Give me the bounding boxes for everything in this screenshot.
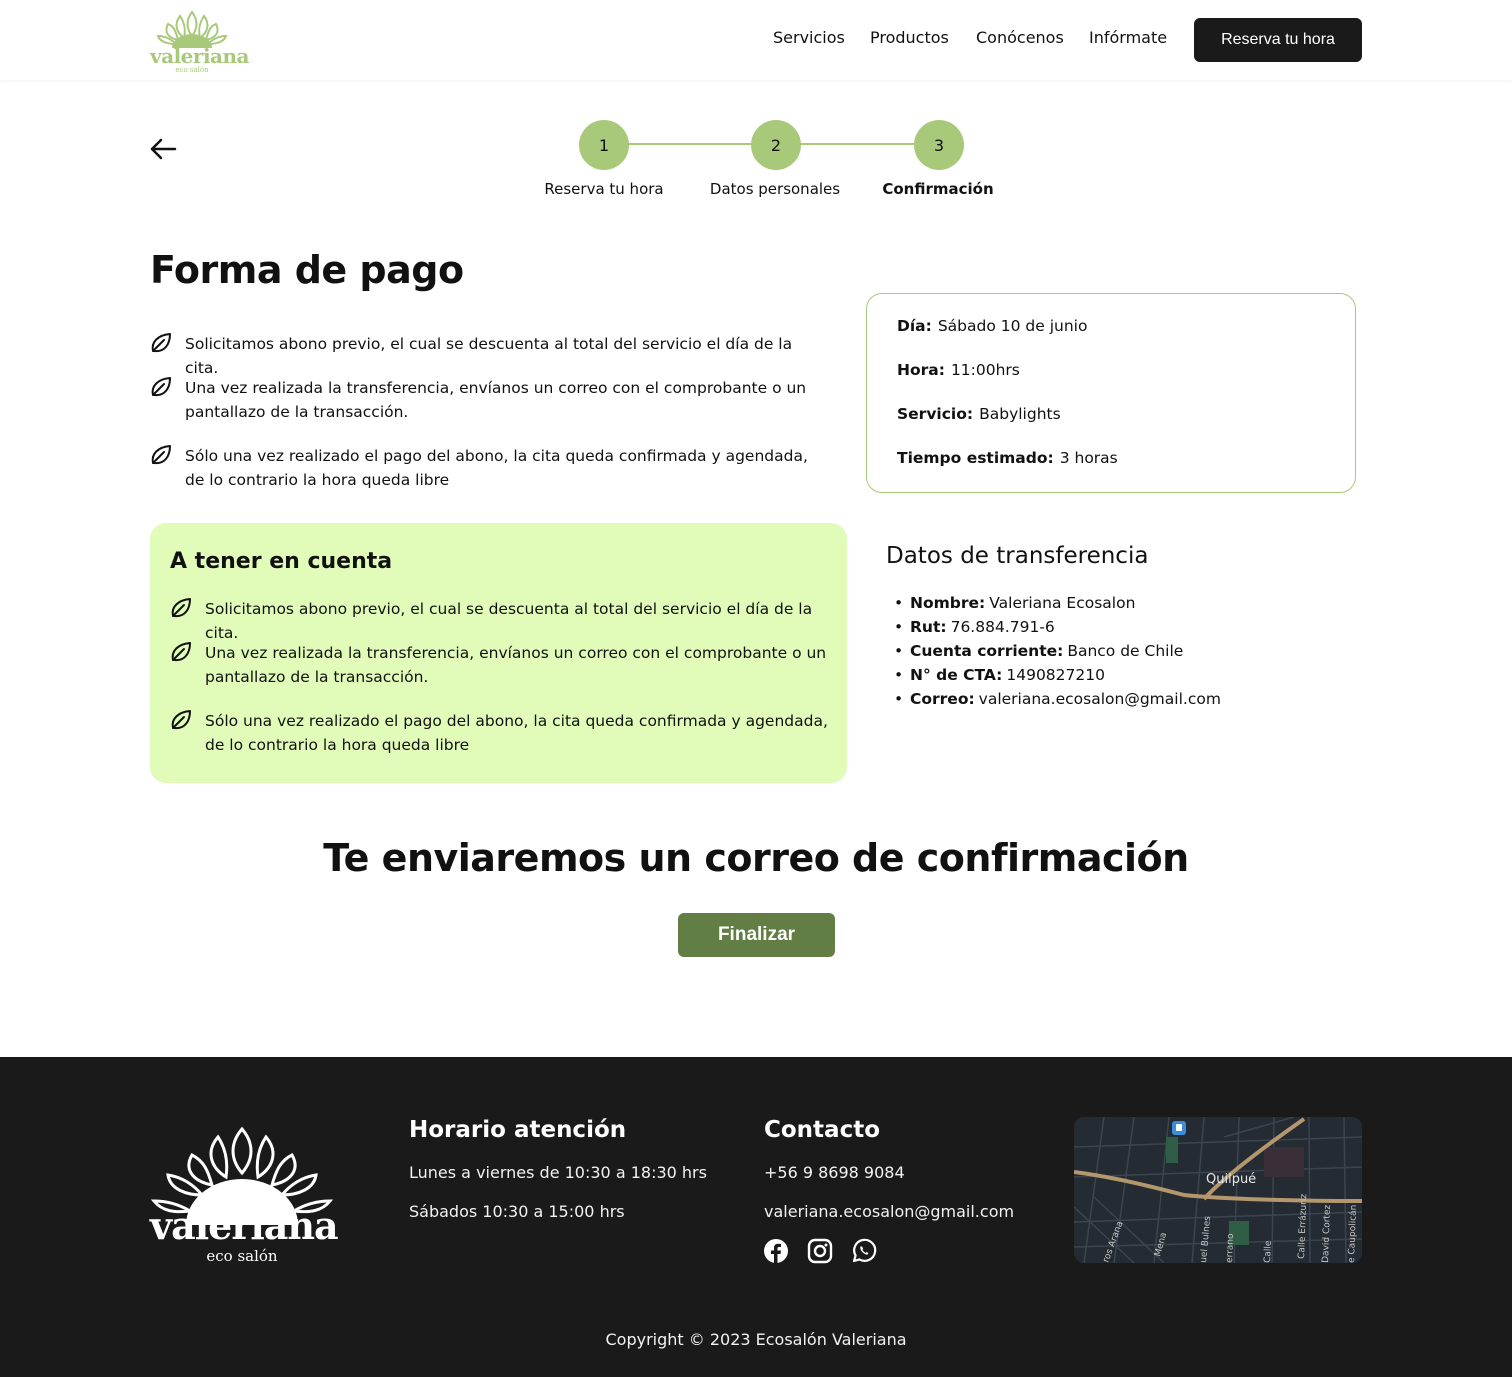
list-item: Solicitamos abono previo, el cual se des… xyxy=(150,332,830,380)
step-label-2: Datos personales xyxy=(709,180,841,198)
transfer-row: Nombre:Valeriana Ecosalon xyxy=(886,591,1221,615)
map-label: Quilpué xyxy=(1206,1172,1256,1187)
contact-phone[interactable]: +56 9 8698 9084 xyxy=(764,1163,905,1182)
hours-weekdays: Lunes a viernes de 10:30 a 18:30 hrs xyxy=(409,1163,707,1182)
finish-button[interactable]: Finalizar xyxy=(678,913,835,957)
map-graphic: Quilpué ros Arana Mena uel Bulnes errano… xyxy=(1074,1117,1362,1263)
map-street: errano xyxy=(1225,1233,1236,1263)
transfer-row: Correo:valeriana.ecosalon@gmail.com xyxy=(886,687,1221,711)
transfer-label: Rut: xyxy=(910,618,947,636)
map-street: e Caupolicán xyxy=(1347,1204,1359,1263)
step-circle-2[interactable]: 2 xyxy=(751,120,801,170)
note-title: A tener en cuenta xyxy=(170,549,393,574)
bullet-text: Una vez realizada la transferencia, enví… xyxy=(205,644,827,686)
facebook-icon[interactable] xyxy=(763,1238,789,1264)
summary-hour: Hora: 11:00hrs xyxy=(897,361,1020,379)
back-button[interactable] xyxy=(148,134,178,164)
summary-hour-label: Hora: xyxy=(897,361,945,379)
transfer-value: Valeriana Ecosalon xyxy=(989,594,1136,612)
transfer-value: 76.884.791-6 xyxy=(950,618,1055,636)
summary-day-label: Día: xyxy=(897,317,932,335)
lotus-icon xyxy=(156,10,228,48)
footer-brand-sub: eco salón xyxy=(206,1247,278,1265)
nav-servicios[interactable]: Servicios xyxy=(773,28,845,47)
step-circle-1[interactable]: 1 xyxy=(579,120,629,170)
transfer-row: N° de CTA:1490827210 xyxy=(886,663,1221,687)
nav-conocenos[interactable]: Conócenos xyxy=(976,28,1064,47)
list-item: Solicitamos abono previo, el cual se des… xyxy=(170,597,830,645)
summary-service-label: Servicio: xyxy=(897,405,974,423)
step-circle-3[interactable]: 3 xyxy=(914,120,964,170)
contact-email[interactable]: valeriana.ecosalon@gmail.com xyxy=(764,1202,1014,1221)
transfer-value: 1490827210 xyxy=(1006,666,1105,684)
leaf-icon xyxy=(151,445,171,465)
leaf-icon xyxy=(151,333,171,353)
transfer-row: Rut:76.884.791-6 xyxy=(886,615,1221,639)
transfer-label: N° de CTA: xyxy=(910,666,1003,684)
transfer-list: Nombre:Valeriana Ecosalon Rut:76.884.791… xyxy=(886,591,1221,711)
bullet-text: Sólo una vez realizado el pago del abono… xyxy=(205,712,828,754)
summary-hour-value: 11:00hrs xyxy=(950,361,1020,379)
hours-title: Horario atención xyxy=(409,1117,627,1143)
step-label-1: Reserva tu hora xyxy=(544,180,664,198)
reserve-button[interactable]: Reserva tu hora xyxy=(1194,18,1362,62)
contact-title: Contacto xyxy=(764,1117,880,1143)
leaf-icon xyxy=(171,598,191,618)
copyright: Copyright © 2023 Ecosalón Valeriana xyxy=(605,1330,907,1349)
summary-time-label: Tiempo estimado: xyxy=(897,449,1054,467)
nav-informate[interactable]: Infórmate xyxy=(1089,28,1167,47)
list-item: Sólo una vez realizado el pago del abono… xyxy=(150,444,810,492)
hours-saturday: Sábados 10:30 a 15:00 hrs xyxy=(409,1202,625,1221)
payment-title: Forma de pago xyxy=(150,248,464,292)
step-connector xyxy=(628,143,751,145)
confirm-title: Te enviaremos un correo de confirmación xyxy=(323,836,1189,880)
transfer-value: valeriana.ecosalon@gmail.com xyxy=(978,690,1221,708)
brand-logo[interactable]: valeriana eco salón xyxy=(150,8,250,74)
footer-logo[interactable]: valeriana eco salón xyxy=(150,1125,339,1275)
list-item: Una vez realizada la transferencia, enví… xyxy=(170,641,830,689)
summary-time: Tiempo estimado: 3 horas xyxy=(897,449,1118,467)
site-header: valeriana eco salón Servicios Productos … xyxy=(0,0,1512,80)
transfer-row: Cuenta corriente:Banco de Chile xyxy=(886,639,1221,663)
bullet-text: Solicitamos abono previo, el cual se des… xyxy=(205,600,813,642)
whatsapp-icon[interactable] xyxy=(851,1238,877,1264)
transfer-value: Banco de Chile xyxy=(1067,642,1184,660)
map-street: David Cortez xyxy=(1321,1204,1333,1263)
map-street: Calle xyxy=(1263,1240,1274,1263)
summary-time-value: 3 horas xyxy=(1059,449,1118,467)
leaf-icon xyxy=(171,642,191,662)
summary-service-value: Babylights xyxy=(979,405,1061,423)
brand-name: valeriana xyxy=(150,44,250,68)
list-item: Sólo una vez realizado el pago del abono… xyxy=(170,709,830,757)
footer-brand-name: valeriana xyxy=(150,1203,339,1248)
transfer-label: Correo: xyxy=(910,690,975,708)
transfer-label: Cuenta corriente: xyxy=(910,642,1064,660)
summary-day: Día: Sábado 10 de junio xyxy=(897,317,1087,335)
arrow-left-icon xyxy=(150,138,177,160)
site-footer: valeriana eco salón Horario atención Lun… xyxy=(0,1057,1512,1377)
location-map[interactable]: Quilpué ros Arana Mena uel Bulnes errano… xyxy=(1074,1117,1362,1263)
list-item: Una vez realizada la transferencia, enví… xyxy=(150,376,810,424)
instagram-icon[interactable] xyxy=(807,1238,833,1264)
bullet-text: Una vez realizada la transferencia, enví… xyxy=(185,379,807,421)
step-connector xyxy=(800,143,914,145)
leaf-icon xyxy=(151,377,171,397)
summary-service: Servicio: Babylights xyxy=(897,405,1061,423)
nav-productos[interactable]: Productos xyxy=(870,28,949,47)
booking-summary-card: Día: Sábado 10 de junio Hora: 11:00hrs Ser… xyxy=(866,293,1356,493)
bullet-text: Solicitamos abono previo, el cual se des… xyxy=(185,335,793,377)
bullet-text: Sólo una vez realizado el pago del abono… xyxy=(185,447,808,489)
transfer-label: Nombre: xyxy=(910,594,986,612)
transfer-title: Datos de transferencia xyxy=(886,543,1149,569)
summary-day-value: Sábado 10 de junio xyxy=(937,317,1088,335)
step-label-3: Confirmación xyxy=(882,180,994,198)
note-box: A tener en cuenta Solicitamos abono prev… xyxy=(150,523,847,783)
leaf-icon xyxy=(171,710,191,730)
brand-sub: eco salón xyxy=(175,66,209,74)
